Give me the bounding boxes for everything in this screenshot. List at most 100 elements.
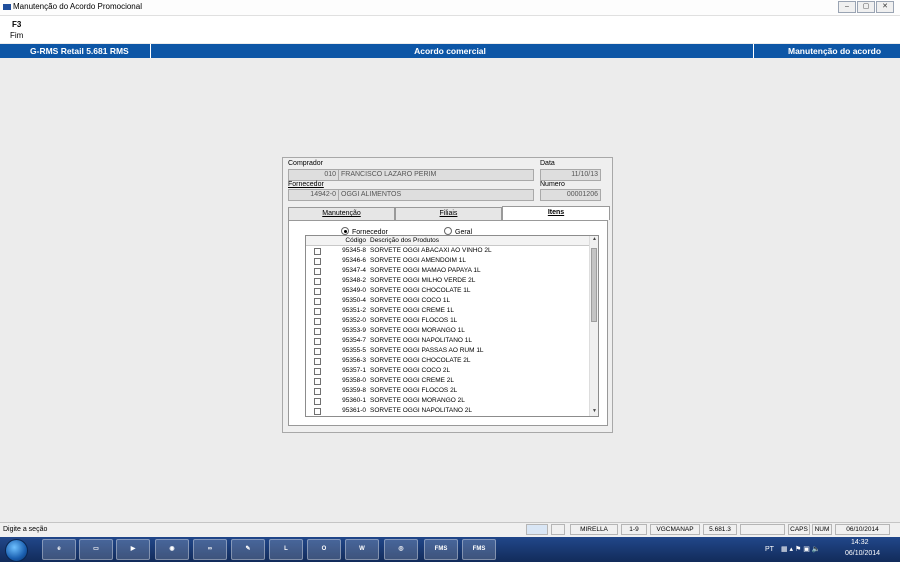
maximize-button[interactable]: ▢ [857, 1, 875, 13]
comprador-name-field[interactable]: FRANCISCO LAZARO PERIM [338, 169, 534, 181]
word-icon[interactable]: W [345, 539, 379, 560]
row-code: 95352-0 [342, 317, 366, 324]
row-description: SORVETE OGGI MORANGO 1L [370, 327, 465, 334]
windows-taskbar: e ▭ ▶ ◉ ∞ ✎ L O W ◎ FMS FMS PT ▦ ▴ ⚑ ▣ 🔈… [0, 537, 900, 562]
grid-scrollbar[interactable]: ▲ ▼ [589, 236, 598, 416]
row-description: SORVETE OGGI MILHO VERDE 2L [370, 277, 476, 284]
row-checkbox[interactable] [314, 408, 321, 415]
table-row[interactable]: 95358-0 SORVETE OGGI CREME 2L [306, 376, 589, 386]
tab-filiais[interactable]: Filiais [395, 207, 502, 220]
data-label: Data [540, 160, 555, 167]
f3-key-label[interactable]: F3 [12, 20, 21, 29]
row-code: 95353-9 [342, 327, 366, 334]
row-checkbox[interactable] [314, 348, 321, 355]
column-header-descricao[interactable]: Descrição dos Produtos [370, 237, 439, 244]
table-row[interactable]: 95354-7 SORVETE OGGI NAPOLITANO 1L [306, 336, 589, 346]
table-row[interactable]: 95348-2 SORVETE OGGI MILHO VERDE 2L [306, 276, 589, 286]
status-caps: CAPS [788, 524, 810, 535]
row-code: 95360-1 [342, 397, 366, 404]
app-icon [3, 4, 11, 10]
grid-header: Código Descrição dos Produtos [306, 236, 589, 246]
row-description: SORVETE OGGI CREME 2L [370, 377, 455, 384]
row-description: SORVETE OGGI CHOCOLATE 2L [370, 357, 471, 364]
table-row[interactable]: 95352-0 SORVETE OGGI FLOCOS 1L [306, 316, 589, 326]
table-row[interactable]: 95345-8 SORVETE OGGI ABACAXI AO VINHO 2L [306, 246, 589, 256]
table-row[interactable]: 95357-1 SORVETE OGGI COCO 2L [306, 366, 589, 376]
row-code: 95355-5 [342, 347, 366, 354]
file-explorer-icon[interactable]: ▭ [79, 539, 113, 560]
tab-itens[interactable]: Itens [502, 206, 610, 220]
row-checkbox[interactable] [314, 278, 321, 285]
row-code: 95348-2 [342, 277, 366, 284]
table-row[interactable]: 95349-0 SORVETE OGGI CHOCOLATE 1L [306, 286, 589, 296]
row-checkbox[interactable] [314, 318, 321, 325]
scroll-up-icon[interactable]: ▲ [591, 236, 598, 242]
row-checkbox[interactable] [314, 368, 321, 375]
lync-icon[interactable]: L [269, 539, 303, 560]
fms-app-1[interactable]: FMS [424, 539, 458, 560]
table-row[interactable]: 95356-3 SORVETE OGGI CHOCOLATE 2L [306, 356, 589, 366]
row-code: 95349-0 [342, 287, 366, 294]
row-code: 95356-3 [342, 357, 366, 364]
row-code: 95358-0 [342, 377, 366, 384]
numero-label: Numero [540, 181, 565, 188]
table-row[interactable]: 95361-0 SORVETE OGGI NAPOLITANO 2L [306, 406, 589, 416]
fornecedor-code-field[interactable]: 14942-0 [288, 189, 339, 201]
tray-icons[interactable]: ▦ ▴ ⚑ ▣ 🔈 [781, 545, 821, 553]
table-row[interactable]: 95350-4 SORVETE OGGI COCO 1L [306, 296, 589, 306]
media-player-icon[interactable]: ▶ [116, 539, 150, 560]
close-button[interactable]: ✕ [876, 1, 894, 13]
document-icon [551, 524, 565, 535]
row-description: SORVETE OGGI FLOCOS 1L [370, 317, 458, 324]
fim-button[interactable]: Fim [10, 31, 23, 40]
notes-app-icon[interactable]: ✎ [231, 539, 265, 560]
row-checkbox[interactable] [314, 398, 321, 405]
table-row[interactable]: 95346-6 SORVETE OGGI AMENDOIM 1L [306, 256, 589, 266]
scroll-thumb[interactable] [591, 248, 597, 322]
internet-explorer-icon[interactable]: e [42, 539, 76, 560]
column-header-codigo[interactable]: Código [326, 237, 366, 244]
row-checkbox[interactable] [314, 388, 321, 395]
row-checkbox[interactable] [314, 288, 321, 295]
table-row[interactable]: 95360-1 SORVETE OGGI MORANGO 2L [306, 396, 589, 406]
fms-app-2[interactable]: FMS [462, 539, 496, 560]
table-row[interactable]: 95355-5 SORVETE OGGI PASSAS AO RUM 1L [306, 346, 589, 356]
table-row[interactable]: 95351-2 SORVETE OGGI CREME 1L [306, 306, 589, 316]
row-checkbox[interactable] [314, 328, 321, 335]
fornecedor-name-field[interactable]: OGGI ALIMENTOS [338, 189, 534, 201]
row-checkbox[interactable] [314, 308, 321, 315]
radio-unselected-icon [444, 227, 452, 235]
scroll-down-icon[interactable]: ▼ [591, 408, 598, 414]
row-description: SORVETE OGGI CHOCOLATE 1L [370, 287, 471, 294]
tab-manutencao[interactable]: Manutenção [288, 207, 395, 220]
clock-date[interactable]: 06/10/2014 [845, 550, 880, 557]
row-code: 95361-0 [342, 407, 366, 414]
network-app-icon[interactable]: ∞ [193, 539, 227, 560]
data-field[interactable]: 11/10/13 [540, 169, 601, 181]
row-code: 95347-4 [342, 267, 366, 274]
row-checkbox[interactable] [314, 268, 321, 275]
outlook-icon[interactable]: O [307, 539, 341, 560]
row-checkbox[interactable] [314, 358, 321, 365]
remote-app-icon[interactable]: ◎ [384, 539, 418, 560]
chrome-icon[interactable]: ◉ [155, 539, 189, 560]
row-checkbox[interactable] [314, 258, 321, 265]
minimize-button[interactable]: ‒ [838, 1, 856, 13]
row-description: SORVETE OGGI MORANGO 2L [370, 397, 465, 404]
numero-field[interactable]: 00001206 [540, 189, 601, 201]
row-checkbox[interactable] [314, 298, 321, 305]
comprador-code-field[interactable]: 010 [288, 169, 339, 181]
row-code: 95351-2 [342, 307, 366, 314]
row-code: 95350-4 [342, 297, 366, 304]
table-row[interactable]: 95353-9 SORVETE OGGI MORANGO 1L [306, 326, 589, 336]
row-checkbox[interactable] [314, 338, 321, 345]
table-row[interactable]: 95359-8 SORVETE OGGI FLOCOS 2L [306, 386, 589, 396]
table-row[interactable]: 95347-4 SORVETE OGGI MAMAO PAPAYA 1L [306, 266, 589, 276]
language-indicator[interactable]: PT [765, 546, 774, 553]
row-code: 95359-8 [342, 387, 366, 394]
agreement-panel: Comprador 010 FRANCISCO LAZARO PERIM Dat… [282, 157, 613, 433]
clock-time[interactable]: 14:32 [851, 539, 869, 546]
row-checkbox[interactable] [314, 378, 321, 385]
row-checkbox[interactable] [314, 248, 321, 255]
start-button[interactable] [5, 539, 28, 562]
